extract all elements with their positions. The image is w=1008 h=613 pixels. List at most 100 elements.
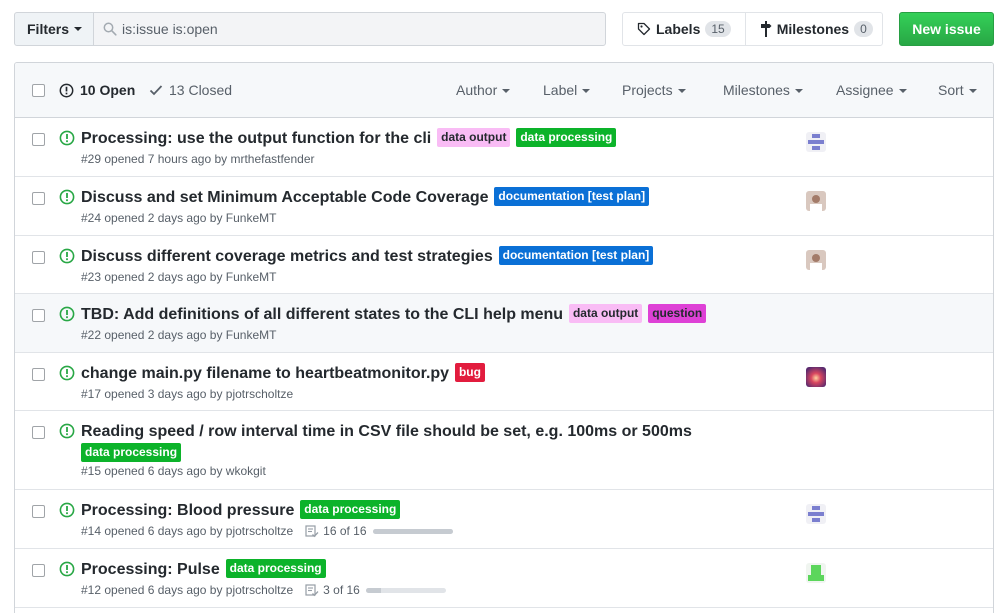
issue-title[interactable]: Processing: Pulse [81, 561, 220, 578]
select-all-checkbox[interactable] [32, 84, 45, 97]
issue-title[interactable]: Reading speed / row interval time in CSV… [81, 421, 933, 443]
avatar[interactable] [806, 191, 826, 211]
issue-title-line: Reading speed / row interval time in CSV… [81, 421, 933, 462]
issue-checkbox[interactable] [32, 426, 45, 439]
tag-icon [637, 22, 651, 36]
issue-row[interactable]: Processing: use the output function for … [15, 118, 993, 177]
sort-filter-label: Sort [938, 82, 964, 98]
issue-title[interactable]: Discuss different coverage metrics and t… [81, 248, 493, 265]
milestones-filter[interactable]: Milestones [723, 82, 803, 98]
issue-checkbox[interactable] [32, 251, 45, 264]
search-icon [103, 22, 117, 36]
assignee-filter-label: Assignee [836, 82, 894, 98]
closed-issues-tab[interactable]: 13 Closed [149, 82, 232, 98]
issue-row[interactable]: TBD: Add definitions of all different st… [15, 294, 993, 353]
filters-button[interactable]: Filters [14, 12, 94, 46]
issue-meta: #29 opened 7 hours ago by mrthefastfende… [81, 152, 933, 166]
issue-checkbox[interactable] [32, 368, 45, 381]
issue-meta-text: #29 opened 7 hours ago by mrthefastfende… [81, 152, 315, 166]
issue-title-line: TBD: Add definitions of all different st… [81, 304, 933, 326]
task-count: 3 of 16 [323, 583, 360, 597]
issue-row[interactable]: Processing: Pulse data processing #12 op… [15, 549, 993, 608]
chevron-down-icon [794, 89, 803, 94]
label-data-processing[interactable]: data processing [81, 443, 182, 462]
issue-row[interactable]: Discuss and set Minimum Acceptable Code … [15, 177, 993, 236]
issue-meta: #17 opened 3 days ago by pjotrscholtze [81, 387, 933, 401]
issue-checkbox[interactable] [32, 133, 45, 146]
chevron-down-icon [582, 89, 591, 94]
avatar[interactable] [806, 367, 826, 387]
issue-checkbox[interactable] [32, 564, 45, 577]
task-progress-fill [365, 587, 381, 593]
issue-checkbox[interactable] [32, 505, 45, 518]
label-data-processing[interactable]: data processing [516, 128, 617, 147]
issue-content: TBD: Add definitions of all different st… [81, 304, 933, 342]
checklist-icon [305, 583, 319, 596]
label-documentation[interactable]: documentation [test plan] [494, 187, 650, 206]
pixel-avatar-icon [806, 504, 826, 524]
milestones-filter-label: Milestones [723, 82, 790, 98]
milestones-link[interactable]: Milestones 0 [744, 13, 887, 45]
issue-title[interactable]: Processing: Blood pressure [81, 502, 294, 519]
avatar[interactable] [806, 563, 826, 583]
issue-opened-icon [59, 83, 74, 97]
author-filter[interactable]: Author [456, 82, 511, 98]
issue-row[interactable]: change main.py filename to heartbeatmoni… [15, 353, 993, 411]
milestones-counter: 0 [854, 21, 873, 37]
assignee-filter[interactable]: Assignee [836, 82, 907, 98]
issue-checkbox[interactable] [32, 192, 45, 205]
search-input[interactable]: is:issue is:open [93, 12, 606, 46]
projects-filter-label: Projects [622, 82, 673, 98]
milestone-icon [760, 21, 772, 37]
issue-meta: #12 opened 6 days ago by pjotrscholtze 3… [81, 583, 933, 597]
issue-title[interactable]: TBD: Add definitions of all different st… [81, 306, 563, 323]
label-bug[interactable]: bug [454, 363, 485, 382]
open-issues-tab[interactable]: 10 Open [59, 82, 135, 98]
issue-meta-text: #22 opened 2 days ago by FunkeMT [81, 328, 277, 342]
closed-count: 13 Closed [169, 82, 233, 98]
issue-meta: #14 opened 6 days ago by pjotrscholtze 1… [81, 524, 933, 538]
issue-title[interactable]: change main.py filename to heartbeatmoni… [81, 365, 449, 382]
issue-checkbox[interactable] [32, 309, 45, 322]
issue-meta: #22 opened 2 days ago by FunkeMT [81, 328, 933, 342]
new-issue-button[interactable]: New issue [899, 12, 994, 46]
label-filter[interactable]: Label [543, 82, 591, 98]
issue-row[interactable]: Processing: Blood pressure data processi… [15, 490, 993, 549]
issues-list-header: 10 Open 13 Closed Author Label Projects … [15, 63, 993, 118]
avatar[interactable] [806, 250, 826, 270]
label-data-output[interactable]: data output [437, 128, 511, 147]
task-progress: 3 of 16 [305, 583, 446, 597]
issues-toolbar: Filters is:issue is:open Labels 15 Miles… [14, 12, 994, 46]
label-documentation[interactable]: documentation [test plan] [498, 246, 654, 265]
sort-filter[interactable]: Sort [938, 82, 977, 98]
label-question[interactable]: question [648, 304, 707, 323]
issue-title[interactable]: Processing: use the output function for … [81, 130, 431, 147]
issue-meta-text: #17 opened 3 days ago by pjotrscholtze [81, 387, 294, 401]
issue-opened-icon [59, 502, 75, 518]
chevron-down-icon [677, 89, 686, 94]
issue-title[interactable]: Discuss and set Minimum Acceptable Code … [81, 189, 489, 206]
issue-meta-text: #23 opened 2 days ago by FunkeMT [81, 270, 277, 284]
task-count: 16 of 16 [323, 524, 367, 538]
projects-filter[interactable]: Projects [622, 82, 686, 98]
issue-opened-icon [59, 306, 75, 322]
label-data-output[interactable]: data output [568, 304, 643, 323]
chevron-down-icon [74, 27, 83, 31]
issue-opened-icon [59, 130, 75, 146]
issue-meta: #24 opened 2 days ago by FunkeMT [81, 211, 933, 225]
labels-link[interactable]: Labels 15 [623, 13, 745, 45]
search-value: is:issue is:open [122, 21, 218, 37]
label-data-processing[interactable]: data processing [225, 559, 326, 578]
chevron-down-icon [898, 89, 907, 94]
issue-row[interactable]: Discuss different coverage metrics and t… [15, 236, 993, 294]
issue-row[interactable]: Reading speed / row interval time in CSV… [15, 411, 993, 490]
avatar[interactable] [806, 132, 826, 152]
label-data-processing[interactable]: data processing [300, 500, 401, 519]
label-filter-label: Label [543, 82, 578, 98]
avatar[interactable] [806, 504, 826, 524]
issue-opened-icon [59, 189, 75, 205]
issue-opened-icon [59, 561, 75, 577]
checklist-icon [305, 524, 319, 537]
task-progress-bar [365, 587, 446, 593]
issue-meta-text: #24 opened 2 days ago by FunkeMT [81, 211, 277, 225]
